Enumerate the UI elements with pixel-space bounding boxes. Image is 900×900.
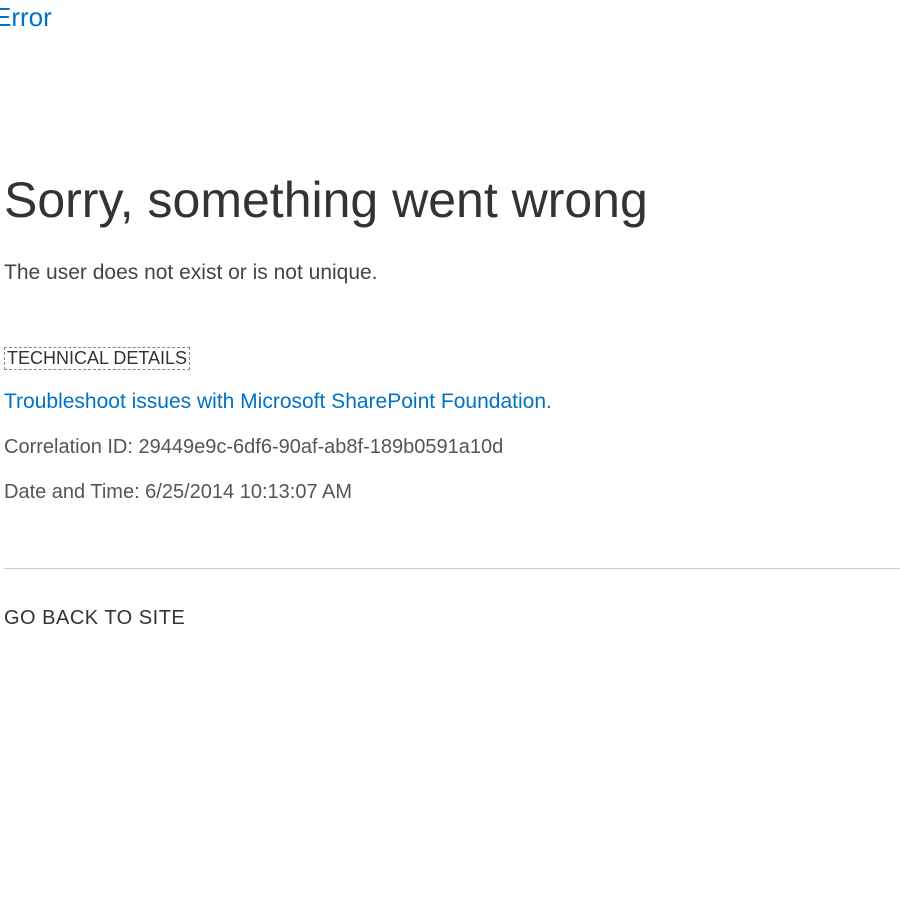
error-heading: Sorry, something went wrong	[4, 171, 900, 229]
technical-details-toggle[interactable]: TECHNICAL DETAILS	[4, 347, 190, 370]
error-datetime: Date and Time: 6/25/2014 10:13:07 AM	[4, 481, 900, 504]
error-message: The user does not exist or is not unique…	[4, 261, 900, 285]
page-title: Error	[0, 0, 900, 33]
correlation-id: Correlation ID: 29449e9c-6df6-90af-ab8f-…	[4, 436, 900, 459]
go-back-link[interactable]: GO BACK TO SITE	[4, 607, 185, 630]
troubleshoot-link[interactable]: Troubleshoot issues with Microsoft Share…	[4, 390, 900, 414]
error-content: Sorry, something went wrong The user doe…	[0, 171, 900, 630]
divider	[4, 568, 900, 569]
